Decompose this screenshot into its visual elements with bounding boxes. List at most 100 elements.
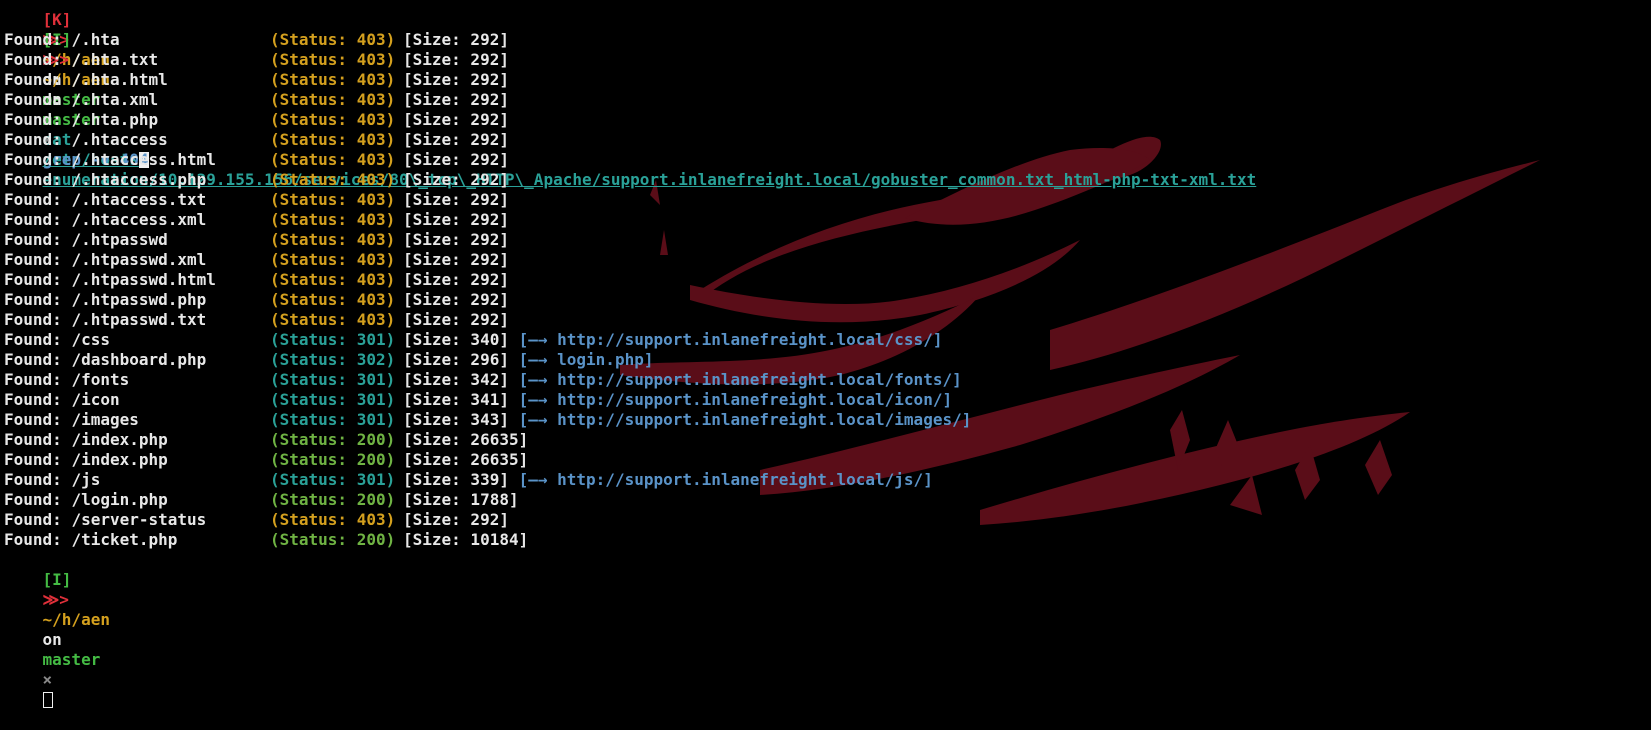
found-label: Found:	[4, 510, 62, 529]
status-badge: (Status: 403)	[270, 150, 396, 169]
status-badge: (Status: 301)	[270, 390, 396, 409]
result-size: [Size: 292]	[403, 30, 509, 49]
prompt-line-current[interactable]: [I] ≫> ~/h/aen on master ×	[0, 550, 1651, 708]
result-row: Found: /.htpasswd.txt (Status: 403) [Size:…	[0, 310, 1651, 330]
terminal-window[interactable]: [K] ≫> ~/h/aen on master × cat /etc/host…	[0, 0, 1651, 708]
status-code: 301	[356, 390, 386, 409]
prompt-line-previous: [K] ≫> ~/h/aen on master × cat /etc/host…	[0, 0, 1651, 169]
found-label: Found:	[4, 490, 62, 509]
found-label: Found:	[4, 70, 62, 89]
result-path: /.htpasswd	[71, 230, 168, 249]
prompt-flag: [I]	[42, 570, 72, 589]
result-size: [Size: 10184]	[403, 530, 529, 549]
status-label: (Status:	[270, 450, 348, 469]
result-path-cell: Found: /.htpasswd.xml	[4, 250, 270, 270]
gobuster-results: Found: /.hta (Status: 403) [Size: 292] Foun…	[0, 30, 1651, 550]
result-size: [Size: 292]	[403, 70, 509, 89]
found-label: Found:	[4, 370, 62, 389]
found-label: Found:	[4, 190, 62, 209]
result-path: /.hta	[71, 30, 120, 49]
result-path: /.hta.php	[71, 110, 159, 129]
result-size: [Size: 341]	[403, 390, 509, 409]
status-badge: (Status: 403)	[270, 70, 396, 89]
result-row: Found: /fonts (Status: 301) [Size: 342] [—…	[0, 370, 1651, 390]
found-label: Found:	[4, 210, 62, 229]
result-row: Found: /.hta.xml (Status: 403) [Size: 292]	[0, 90, 1651, 110]
found-label: Found:	[4, 530, 62, 549]
status-code: 403	[356, 190, 386, 209]
result-path-cell: Found: /.htpasswd.php	[4, 290, 270, 310]
result-path: /js	[71, 470, 101, 489]
result-path: /.htpasswd.html	[71, 270, 216, 289]
result-row: Found: /images (Status: 301) [Size: 343] […	[0, 410, 1651, 430]
result-size: [Size: 296]	[403, 350, 509, 369]
status-label: (Status:	[270, 510, 348, 529]
found-label: Found:	[4, 390, 62, 409]
found-label: Found:	[4, 30, 62, 49]
status-badge: (Status: 403)	[270, 130, 396, 149]
found-label: Found:	[4, 270, 62, 289]
found-label: Found:	[4, 470, 62, 489]
status-code: 403	[356, 150, 386, 169]
status-label: (Status:	[270, 270, 348, 289]
status-code: 200	[356, 450, 386, 469]
status-label: (Status:	[270, 410, 348, 429]
result-row: Found: /index.php (Status: 200) [Size: 266…	[0, 430, 1651, 450]
status-code: 403	[356, 110, 386, 129]
status-code: 403	[356, 310, 386, 329]
result-size: [Size: 292]	[403, 510, 509, 529]
status-badge: (Status: 403)	[270, 270, 396, 289]
result-path: /.hta.txt	[71, 50, 159, 69]
result-path-cell: Found: /server-status	[4, 510, 270, 530]
result-size: [Size: 26635]	[403, 430, 529, 449]
result-size: [Size: 343]	[403, 410, 509, 429]
status-badge: (Status: 200)	[270, 530, 396, 549]
result-row: Found: /dashboard.php (Status: 302) [Size:…	[0, 350, 1651, 370]
status-badge: (Status: 403)	[270, 230, 396, 249]
result-row: Found: /js (Status: 301) [Size: 339] [—→ h…	[0, 470, 1651, 490]
result-path: /fonts	[71, 370, 130, 389]
result-path-cell: Found: /.htpasswd.html	[4, 270, 270, 290]
cursor-icon[interactable]	[42, 692, 53, 708]
status-badge: (Status: 403)	[270, 50, 396, 69]
found-label: Found:	[4, 110, 62, 129]
status-badge: (Status: 301)	[270, 410, 396, 429]
found-label: Found:	[4, 250, 62, 269]
result-path-cell: Found: /ticket.php	[4, 530, 270, 550]
result-path-cell: Found: /index.php	[4, 430, 270, 450]
result-row: Found: /icon (Status: 301) [Size: 341] [—→…	[0, 390, 1651, 410]
status-label: (Status:	[270, 430, 348, 449]
result-path-cell: Found: /.htaccess.html	[4, 150, 270, 170]
result-row: Found: /.htaccess.html (Status: 403) [Size…	[0, 150, 1651, 170]
status-code: 403	[356, 30, 386, 49]
result-row: Found: /ticket.php (Status: 200) [Size: 10…	[0, 530, 1651, 550]
result-path: /server-status	[71, 510, 207, 529]
result-path: /icon	[71, 390, 120, 409]
status-label: (Status:	[270, 470, 348, 489]
status-label: (Status:	[270, 230, 348, 249]
result-size: [Size: 292]	[403, 110, 509, 129]
result-path: /index.php	[71, 430, 168, 449]
result-path-cell: Found: /css	[4, 330, 270, 350]
result-row: Found: /.htaccess.txt (Status: 403) [Size:…	[0, 190, 1651, 210]
status-code: 403	[356, 90, 386, 109]
result-size: [Size: 292]	[403, 290, 509, 309]
result-path-cell: Found: /icon	[4, 390, 270, 410]
result-path-cell: Found: /.hta.html	[4, 70, 270, 90]
result-size: [Size: 292]	[403, 190, 509, 209]
result-size: [Size: 292]	[403, 270, 509, 289]
status-label: (Status:	[270, 150, 348, 169]
found-label: Found:	[4, 330, 62, 349]
result-row: Found: /.htaccess (Status: 403) [Size: 292…	[0, 130, 1651, 150]
status-badge: (Status: 200)	[270, 450, 396, 469]
result-path-cell: Found: /.htaccess.php	[4, 170, 270, 190]
result-path: /css	[71, 330, 110, 349]
found-label: Found:	[4, 410, 62, 429]
status-badge: (Status: 302)	[270, 350, 396, 369]
result-size: [Size: 342]	[403, 370, 509, 389]
status-code: 403	[356, 270, 386, 289]
result-path: /.htaccess.html	[71, 150, 216, 169]
status-badge: (Status: 200)	[270, 490, 396, 509]
result-row: Found: /.htpasswd.php (Status: 403) [Size:…	[0, 290, 1651, 310]
status-code: 403	[356, 290, 386, 309]
